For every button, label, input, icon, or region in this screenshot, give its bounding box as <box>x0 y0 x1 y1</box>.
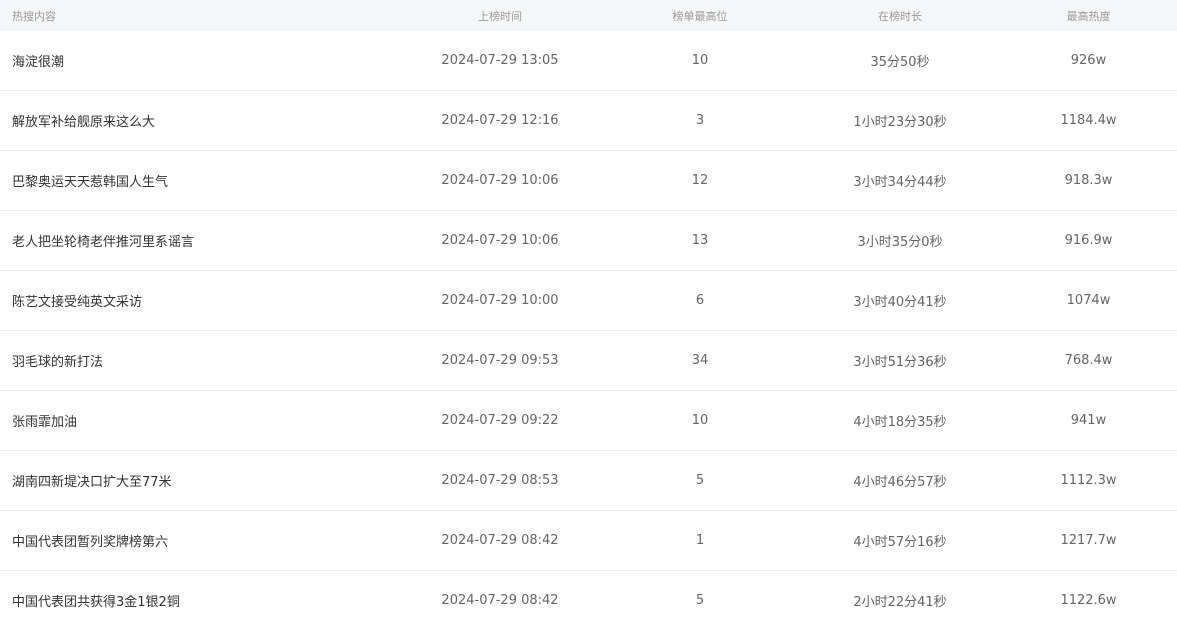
row-rank: 10 <box>691 53 709 68</box>
row-heat: 1217.7w <box>1060 533 1117 548</box>
row-time: 2024-07-29 09:22 <box>441 413 559 428</box>
row-rank: 3 <box>695 113 705 128</box>
row-duration: 4小时57分16秒 <box>853 535 947 550</box>
row-heat: 1112.3w <box>1060 473 1117 488</box>
row-rank: 6 <box>695 293 705 308</box>
row-content-link[interactable]: 解放军补给舰原来这么大 <box>0 111 400 130</box>
row-time: 2024-07-29 08:42 <box>441 533 559 548</box>
row-duration: 3小时35分0秒 <box>857 235 943 250</box>
row-duration: 35分50秒 <box>870 55 930 70</box>
table-row: 陈艺文接受纯英文采访 2024-07-29 10:00 6 3小时40分41秒 … <box>0 271 1177 331</box>
row-content-link[interactable]: 老人把坐轮椅老伴推河里系谣言 <box>0 231 400 250</box>
header-highest-heat: 最高热度 <box>1066 9 1111 23</box>
row-time: 2024-07-29 10:06 <box>441 233 559 248</box>
row-heat: 1122.6w <box>1060 593 1117 608</box>
row-duration: 3小时51分36秒 <box>853 355 947 370</box>
table-row: 中国代表团共获得3金1银2铜 2024-07-29 08:42 5 2小时22分… <box>0 571 1177 624</box>
row-heat: 1074w <box>1066 293 1111 308</box>
row-time: 2024-07-29 13:05 <box>441 53 559 68</box>
header-content: 热搜内容 <box>12 9 56 23</box>
row-rank: 34 <box>691 353 709 368</box>
row-time: 2024-07-29 08:42 <box>441 593 559 608</box>
row-rank: 13 <box>691 233 709 248</box>
row-time: 2024-07-29 12:16 <box>441 113 559 128</box>
row-time: 2024-07-29 08:53 <box>441 473 559 488</box>
header-time: 上榜时间 <box>478 9 522 23</box>
row-duration: 4小时18分35秒 <box>853 415 947 430</box>
row-time: 2024-07-29 10:06 <box>441 173 559 188</box>
hot-search-table: 热搜内容 上榜时间 榜单最高位 在榜时长 最高热度 海淀很潮 2024-07-2… <box>0 0 1177 624</box>
row-heat: 768.4w <box>1064 353 1113 368</box>
row-duration: 4小时46分57秒 <box>853 475 947 490</box>
row-rank: 10 <box>691 413 709 428</box>
row-content-link[interactable]: 中国代表团共获得3金1银2铜 <box>0 591 400 610</box>
row-duration: 2小时22分41秒 <box>853 595 947 610</box>
table-body: 海淀很潮 2024-07-29 13:05 10 35分50秒 926w 解放军… <box>0 31 1177 624</box>
row-duration: 3小时34分44秒 <box>853 175 947 190</box>
row-time: 2024-07-29 10:00 <box>441 293 559 308</box>
row-rank: 1 <box>695 533 705 548</box>
row-rank: 12 <box>691 173 709 188</box>
row-content-link[interactable]: 海淀很潮 <box>0 51 400 70</box>
table-row: 巴黎奥运天天惹韩国人生气 2024-07-29 10:06 12 3小时34分4… <box>0 151 1177 211</box>
row-content-link[interactable]: 湖南四新堤决口扩大至77米 <box>0 471 400 490</box>
row-content-link[interactable]: 巴黎奥运天天惹韩国人生气 <box>0 171 400 190</box>
header-highest-rank: 榜单最高位 <box>672 9 728 23</box>
table-row: 老人把坐轮椅老伴推河里系谣言 2024-07-29 10:06 13 3小时35… <box>0 211 1177 271</box>
header-duration: 在榜时长 <box>878 9 922 23</box>
table-row: 湖南四新堤决口扩大至77米 2024-07-29 08:53 5 4小时46分5… <box>0 451 1177 511</box>
table-row: 中国代表团暂列奖牌榜第六 2024-07-29 08:42 1 4小时57分16… <box>0 511 1177 571</box>
row-time: 2024-07-29 09:53 <box>441 353 559 368</box>
row-heat: 1184.4w <box>1060 113 1117 128</box>
row-content-link[interactable]: 羽毛球的新打法 <box>0 351 400 370</box>
table-row: 解放军补给舰原来这么大 2024-07-29 12:16 3 1小时23分30秒… <box>0 91 1177 151</box>
row-heat: 926w <box>1070 53 1107 68</box>
row-content-link[interactable]: 张雨霏加油 <box>0 411 400 430</box>
table-row: 张雨霏加油 2024-07-29 09:22 10 4小时18分35秒 941w <box>0 391 1177 451</box>
row-content-link[interactable]: 陈艺文接受纯英文采访 <box>0 291 400 310</box>
row-content-link[interactable]: 中国代表团暂列奖牌榜第六 <box>0 531 400 550</box>
row-duration: 3小时40分41秒 <box>853 295 947 310</box>
row-rank: 5 <box>695 593 705 608</box>
row-heat: 918.3w <box>1064 173 1113 188</box>
table-row: 羽毛球的新打法 2024-07-29 09:53 34 3小时51分36秒 76… <box>0 331 1177 391</box>
table-row: 海淀很潮 2024-07-29 13:05 10 35分50秒 926w <box>0 31 1177 91</box>
table-header: 热搜内容 上榜时间 榜单最高位 在榜时长 最高热度 <box>0 0 1177 31</box>
row-rank: 5 <box>695 473 705 488</box>
row-heat: 941w <box>1070 413 1107 428</box>
row-duration: 1小时23分30秒 <box>853 115 947 130</box>
row-heat: 916.9w <box>1064 233 1113 248</box>
